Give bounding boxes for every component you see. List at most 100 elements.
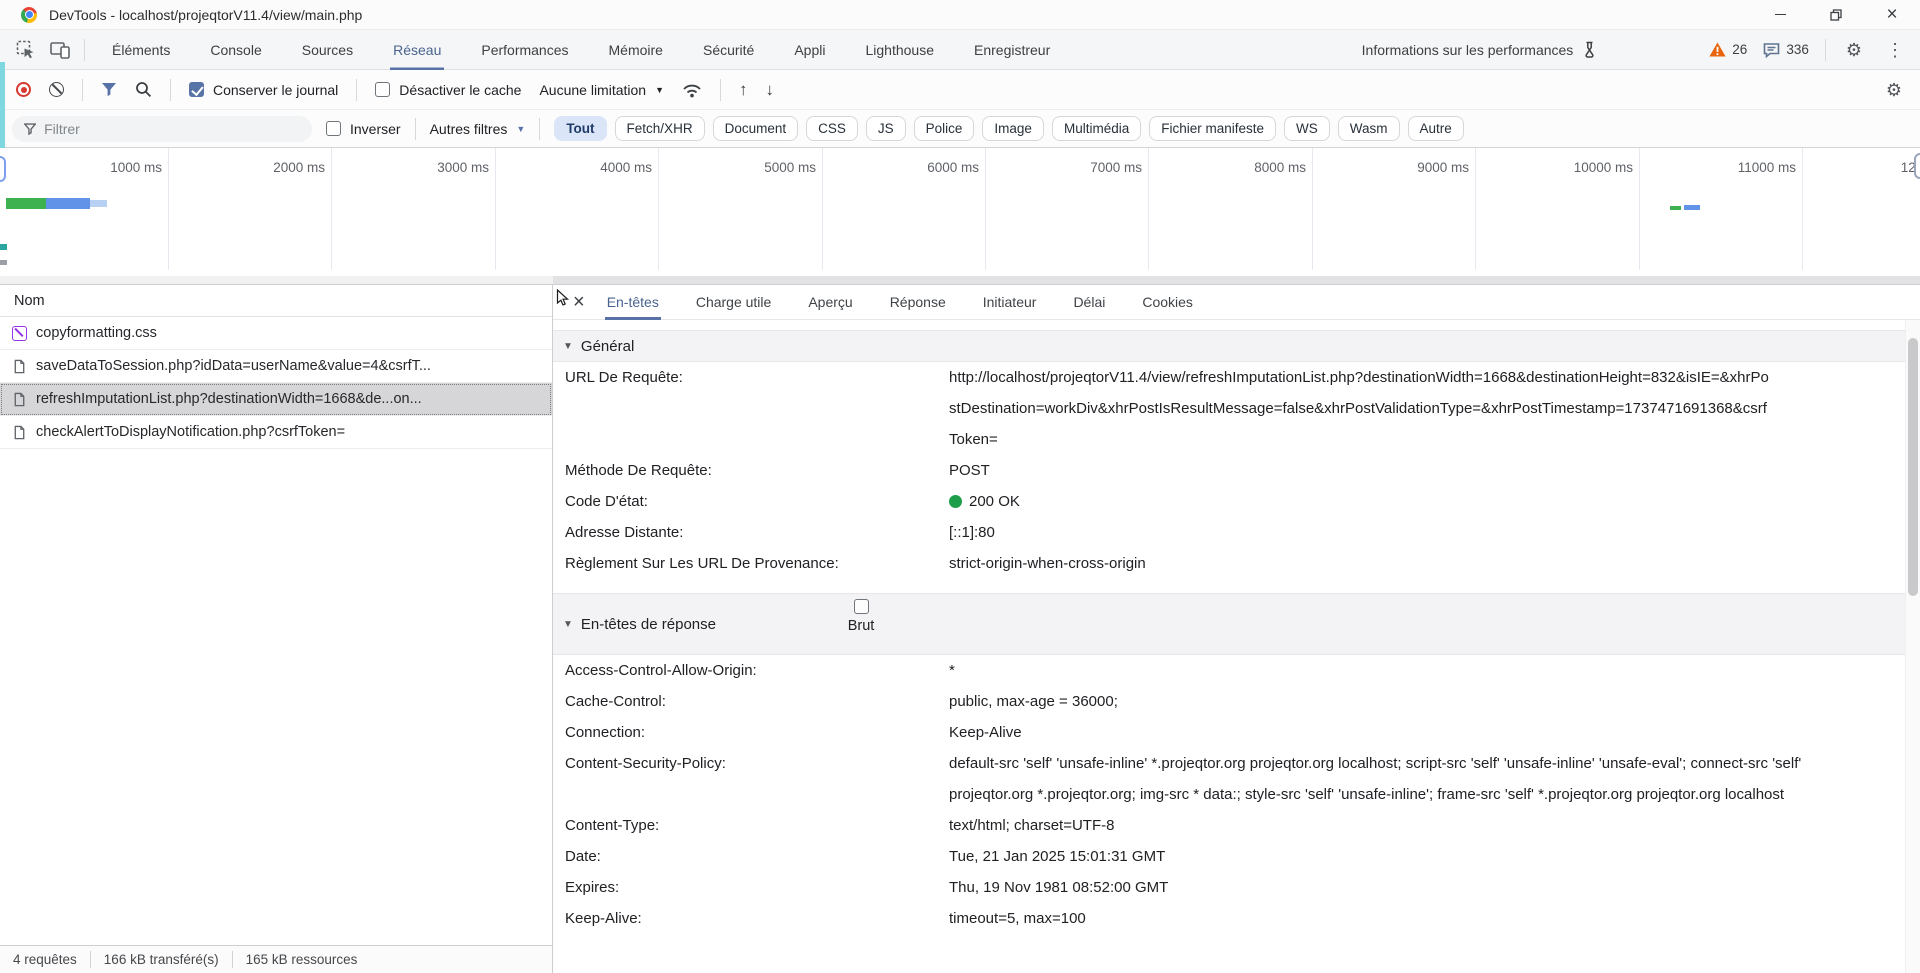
horizontal-scrollbar[interactable] — [0, 276, 1920, 284]
messages-counter[interactable]: 336 — [1763, 42, 1809, 58]
vertical-scrollbar-thumb[interactable] — [1908, 338, 1918, 596]
chip-wasm[interactable]: Wasm — [1338, 116, 1400, 141]
filter-input-container — [12, 116, 312, 142]
preserve-log-checkbox[interactable]: Conserver le journal — [189, 82, 338, 98]
inspect-element-icon[interactable] — [16, 40, 36, 60]
chip-media[interactable]: Multimédia — [1052, 116, 1141, 141]
header-label: Content-Security-Policy: — [553, 748, 949, 779]
disable-cache-checkbox[interactable]: Désactiver le cache — [375, 82, 521, 98]
header-row-csp: Content-Security-Policy: default-src 'se… — [553, 748, 1905, 810]
tab-memory[interactable]: Mémoire — [606, 30, 666, 70]
tab-elements[interactable]: Éléments — [109, 30, 173, 70]
close-details-icon[interactable]: × — [567, 292, 591, 312]
overview-right-handle[interactable] — [1914, 153, 1920, 179]
request-row-selected[interactable]: refreshImputationList.php?destinationWid… — [0, 383, 552, 416]
request-list-panel: Nom copyformatting.css saveDataToSession… — [0, 285, 553, 973]
import-har-icon[interactable]: ↑ — [739, 80, 748, 100]
kebab-menu-icon[interactable]: ⋮ — [1882, 41, 1908, 59]
chip-document[interactable]: Document — [713, 116, 799, 141]
network-conditions-icon[interactable] — [682, 82, 702, 98]
close-button[interactable]: × — [1864, 0, 1920, 30]
filter-input[interactable] — [44, 121, 300, 137]
request-row[interactable]: checkAlertToDisplayNotification.php?csrf… — [0, 416, 552, 449]
preserve-log-label: Conserver le journal — [213, 82, 338, 98]
chip-image[interactable]: Image — [982, 116, 1044, 141]
tab-console[interactable]: Console — [207, 30, 264, 70]
detail-tab-cookies[interactable]: Cookies — [1140, 285, 1195, 320]
request-count: 4 requêtes — [0, 952, 90, 967]
record-network-log-icon[interactable] — [16, 82, 31, 97]
header-row-date: Date: Tue, 21 Jan 2025 15:01:31 GMT — [553, 841, 1905, 872]
detail-tab-preview[interactable]: Aperçu — [806, 285, 854, 320]
header-label: Code D'état: — [553, 486, 949, 517]
clear-network-log-icon[interactable] — [49, 82, 64, 97]
detail-tab-payload[interactable]: Charge utile — [694, 285, 774, 320]
header-row-request-method: Méthode De Requête: POST — [553, 455, 1905, 486]
horizontal-scrollbar-thumb[interactable] — [553, 276, 1920, 284]
invert-checkbox[interactable]: Inverser — [326, 121, 401, 137]
chip-js[interactable]: JS — [866, 116, 906, 141]
tab-lighthouse[interactable]: Lighthouse — [862, 30, 937, 70]
chip-ws[interactable]: WS — [1284, 116, 1330, 141]
resource-type-chips: Tout Fetch/XHR Document CSS JS Police Im… — [554, 116, 1464, 141]
tab-recorder[interactable]: Enregistreur — [971, 30, 1053, 70]
detail-tab-timing[interactable]: Délai — [1071, 285, 1107, 320]
warning-icon — [1709, 42, 1726, 57]
minimize-icon — [1775, 14, 1786, 16]
timeline-gridline: 4000 ms — [658, 148, 659, 270]
throttling-dropdown[interactable]: Aucune limitation ▼ — [539, 82, 664, 98]
request-row[interactable]: copyformatting.css — [0, 317, 552, 350]
overview-dash-blue — [1684, 205, 1700, 210]
search-icon[interactable] — [135, 81, 152, 98]
warnings-counter[interactable]: 26 — [1709, 42, 1747, 57]
tab-security[interactable]: Sécurité — [700, 30, 757, 70]
timeline-gridline: 9000 ms — [1475, 148, 1476, 270]
timeline-tick-label: 1000 ms — [110, 160, 162, 175]
minimize-button[interactable] — [1752, 0, 1808, 30]
detail-tab-response[interactable]: Réponse — [888, 285, 948, 320]
export-har-icon[interactable]: ↓ — [766, 80, 775, 100]
request-row[interactable]: saveDataToSession.php?idData=userName&va… — [0, 350, 552, 383]
header-row-cache-control: Cache-Control: public, max-age = 36000; — [553, 686, 1905, 717]
tab-performance-insights[interactable]: Informations sur les performances — [1362, 41, 1598, 58]
warning-count: 26 — [1732, 42, 1747, 57]
detail-tab-headers[interactable]: En-têtes — [605, 285, 661, 320]
header-label: Règlement Sur Les URL De Provenance: — [553, 548, 949, 579]
vertical-scrollbar[interactable] — [1905, 320, 1920, 973]
chip-font[interactable]: Police — [914, 116, 975, 141]
checkbox-unchecked-icon — [375, 82, 390, 97]
timeline-tick-label: 7000 ms — [1090, 160, 1142, 175]
response-headers-section-header[interactable]: ▼ En-têtes de réponse Brut — [553, 593, 1905, 655]
timeline-gridline: 6000 ms — [985, 148, 986, 270]
tab-application[interactable]: Appli — [791, 30, 828, 70]
timeline-gridline: 10000 ms — [1639, 148, 1640, 270]
network-overview-timeline[interactable]: 1000 ms 2000 ms 3000 ms 4000 ms 5000 ms … — [0, 148, 1920, 285]
tab-performance[interactable]: Performances — [478, 30, 571, 70]
chip-manifest[interactable]: Fichier manifeste — [1149, 116, 1276, 141]
header-row-acao: Access-Control-Allow-Origin: * — [553, 655, 1905, 686]
detail-tab-initiator[interactable]: Initiateur — [981, 285, 1039, 320]
device-toolbar-icon[interactable] — [50, 41, 70, 59]
overview-left-handle[interactable] — [0, 156, 6, 182]
window-controls: × — [1752, 0, 1920, 30]
restore-button[interactable] — [1808, 0, 1864, 30]
column-header-name[interactable]: Nom — [0, 285, 552, 317]
timeline-gridline: 11000 ms — [1802, 148, 1803, 270]
network-settings-gear-icon[interactable]: ⚙ — [1882, 81, 1906, 99]
filter-funnel-icon[interactable] — [101, 82, 117, 97]
header-row-content-type: Content-Type: text/html; charset=UTF-8 — [553, 810, 1905, 841]
more-filters-dropdown[interactable]: Autres filtres ▼ — [430, 121, 526, 137]
timeline-mark-teal — [0, 244, 7, 250]
tab-network[interactable]: Réseau — [390, 30, 444, 70]
tab-sources[interactable]: Sources — [299, 30, 356, 70]
flask-icon — [1582, 41, 1597, 58]
timeline-tick-label: 3000 ms — [437, 160, 489, 175]
chip-other[interactable]: Autre — [1408, 116, 1464, 141]
settings-gear-icon[interactable]: ⚙ — [1842, 41, 1866, 59]
raw-headers-toggle[interactable]: Brut — [831, 599, 891, 634]
chip-fetch-xhr[interactable]: Fetch/XHR — [615, 116, 705, 141]
chip-all[interactable]: Tout — [554, 116, 606, 141]
tabbar-tools — [0, 40, 84, 60]
chip-css[interactable]: CSS — [806, 116, 858, 141]
general-section-header[interactable]: ▼ Général — [553, 330, 1905, 362]
